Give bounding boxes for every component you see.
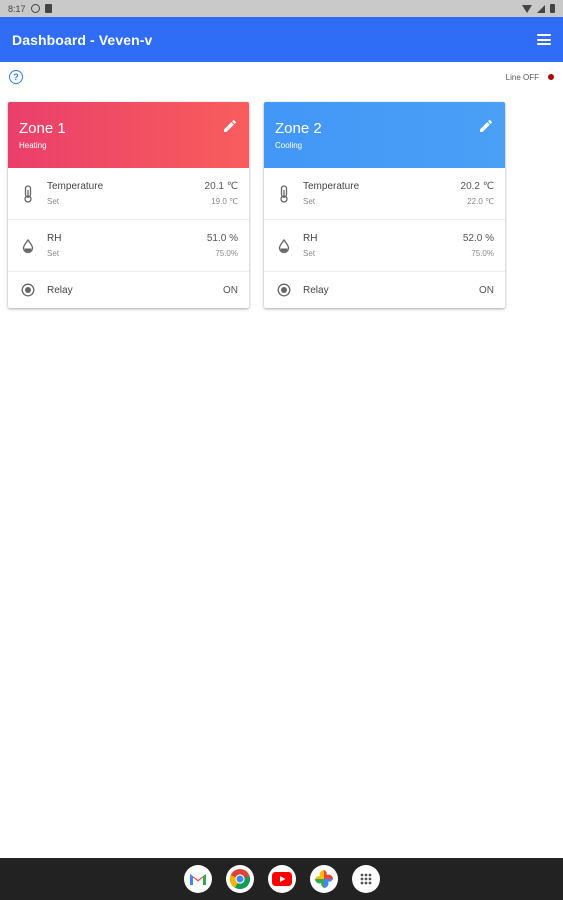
rh-set-value: 75.0% (215, 249, 238, 258)
temperature-row: Temperature Set 20.1 ℃ 19.0 ℃ (8, 168, 249, 220)
rh-row: RH Set 51.0 % 75.0% (8, 220, 249, 272)
line-status-label: Line OFF (505, 72, 539, 82)
temperature-value: 20.2 ℃ (460, 181, 494, 192)
zone-header: Zone 1 Heating (8, 102, 249, 168)
temperature-set-label: Set (303, 197, 316, 206)
rh-set-value: 75.0% (471, 249, 494, 258)
rh-row: RH Set 52.0 % 75.0% (264, 220, 505, 272)
zone-header: Zone 2 Cooling (264, 102, 505, 168)
rh-value: 51.0 % (206, 233, 238, 244)
rh-label: RH (47, 233, 62, 244)
edit-icon[interactable] (478, 118, 494, 134)
zone-card-1[interactable]: Zone 1 Heating Temperature Set 20.1 ℃ 19… (8, 102, 249, 308)
photos-icon[interactable] (309, 865, 338, 893)
temperature-row: Temperature Set 20.2 ℃ 22.0 ℃ (264, 168, 505, 220)
app-dock (0, 858, 563, 900)
sub-toolbar: ? Line OFF (0, 62, 563, 92)
relay-value: ON (479, 284, 494, 296)
humidity-icon (275, 237, 293, 255)
temperature-set-label: Set (47, 197, 60, 206)
relay-value: ON (223, 284, 238, 296)
humidity-icon (19, 237, 37, 255)
wifi-icon (522, 4, 532, 13)
signal-icon (537, 4, 545, 13)
status-time: 8:17 (8, 3, 26, 14)
gmail-icon[interactable] (183, 865, 212, 893)
zone-mode: Cooling (275, 141, 303, 150)
chrome-icon[interactable] (225, 865, 254, 893)
relay-row: Relay ON (264, 272, 505, 308)
zone-card-2[interactable]: Zone 2 Cooling Temperature Set 20.2 ℃ 22… (264, 102, 505, 308)
temperature-label: Temperature (47, 181, 104, 192)
relay-label: Relay (303, 284, 329, 296)
temperature-set-value: 22.0 ℃ (467, 197, 494, 206)
sim-icon (44, 4, 52, 13)
temperature-value: 20.1 ℃ (204, 181, 238, 192)
thermometer-icon (19, 184, 37, 203)
relay-label: Relay (47, 284, 73, 296)
status-bar: 8:17 (0, 0, 563, 17)
relay-icon (275, 281, 293, 299)
temperature-label: Temperature (303, 181, 360, 192)
line-status: Line OFF (506, 73, 554, 82)
relay-icon (19, 281, 37, 299)
relay-row: Relay ON (8, 272, 249, 308)
temperature-set-value: 19.0 ℃ (211, 197, 238, 206)
rh-set-label: Set (47, 249, 60, 258)
line-status-indicator (548, 74, 554, 80)
youtube-icon[interactable] (267, 865, 296, 893)
rh-set-label: Set (303, 249, 316, 258)
page-title: Dashboard - Veven-v (12, 31, 153, 48)
edit-icon[interactable] (222, 118, 238, 134)
zone-name: Zone 2 (275, 120, 322, 137)
menu-icon[interactable] (537, 34, 551, 45)
app-drawer-icon[interactable] (351, 865, 380, 893)
battery-icon (550, 4, 555, 13)
app-bar: Dashboard - Veven-v (0, 17, 563, 62)
help-icon[interactable]: ? (9, 70, 23, 84)
rh-label: RH (303, 233, 318, 244)
thermometer-icon (275, 184, 293, 203)
notification-icon (30, 4, 40, 13)
zone-mode: Heating (19, 141, 47, 150)
zone-name: Zone 1 (19, 120, 66, 137)
rh-value: 52.0 % (462, 233, 494, 244)
